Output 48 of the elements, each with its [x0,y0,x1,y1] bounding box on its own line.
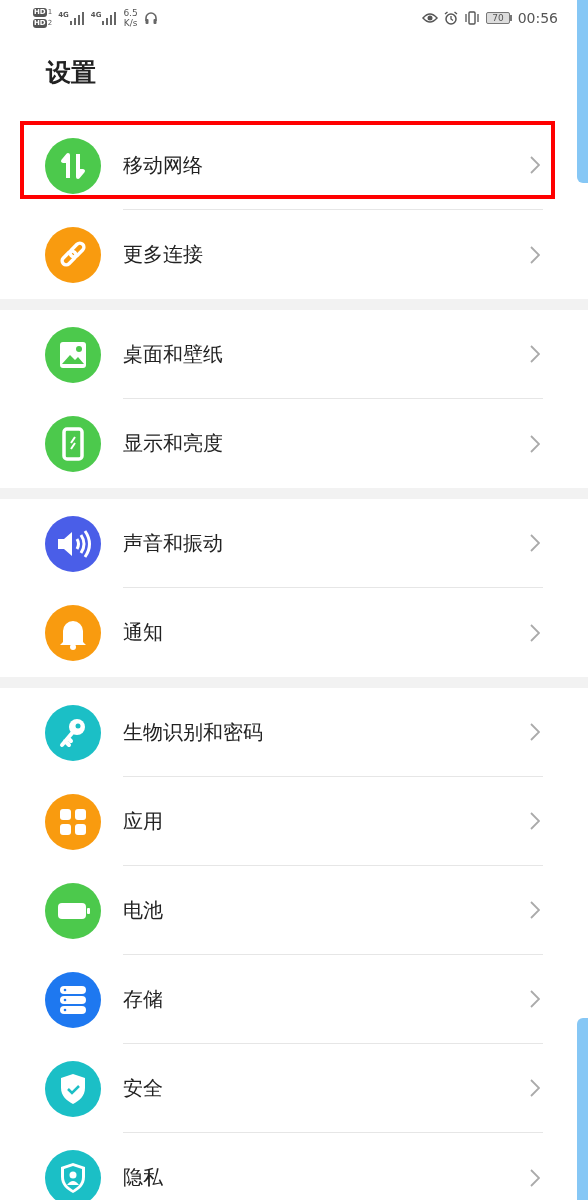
settings-item[interactable]: 应用 [0,777,588,866]
scroll-bar[interactable] [577,0,588,183]
eye-icon [422,12,439,24]
vibrate-icon [464,11,481,25]
settings-item[interactable]: 更多连接 [0,210,588,299]
chevron-right-icon [530,901,540,919]
item-label: 声音和振动 [123,529,223,557]
scroll-bar[interactable] [577,1018,588,1200]
signal-icon [68,11,85,25]
chevron-right-icon [530,812,540,830]
item-label: 隐私 [123,1164,163,1191]
item-label: 更多连接 [123,241,203,268]
chevron-right-icon [530,1168,540,1187]
item-label: 生物识别和密码 [123,718,263,746]
chevron-right-icon [530,623,540,642]
settings-item[interactable]: 桌面和壁纸 [0,310,588,399]
item-label: 通知 [123,619,163,646]
speed-value: 6.5 [123,8,138,18]
settings-item[interactable]: 移动网络 [0,121,588,210]
settings-item[interactable]: 声音和振动 [0,499,588,588]
chevron-right-icon [530,1079,540,1097]
chevron-right-icon [530,156,540,174]
settings-item[interactable]: 隐私 [0,1133,588,1200]
chevron-right-icon [530,345,540,363]
item-label: 存储 [123,985,163,1013]
settings-item[interactable]: 安全 [0,1044,588,1133]
settings-item[interactable]: 电池 [0,866,588,955]
chevron-right-icon [530,723,540,741]
chevron-right-icon [530,434,540,453]
settings-item[interactable]: 存储 [0,955,588,1044]
item-label: 应用 [123,807,163,835]
settings-item[interactable]: 生物识别和密码 [0,688,588,777]
clock: 00:56 [517,10,558,26]
chevron-right-icon [530,245,540,264]
settings-item[interactable]: 通知 [0,588,588,677]
speed-unit: K/s [123,18,138,28]
item-label: 移动网络 [123,151,203,179]
headphones-icon [143,11,158,25]
signal-icon [101,11,118,25]
settings-item[interactable]: 显示和亮度 [0,399,588,488]
alarm-icon [444,11,459,25]
chevron-right-icon [530,534,540,552]
item-label: 桌面和壁纸 [123,340,223,368]
item-label: 显示和亮度 [123,430,223,457]
chevron-right-icon [530,990,540,1008]
battery-indicator: 70 [486,12,512,24]
item-label: 电池 [123,896,163,924]
item-label: 安全 [123,1074,163,1102]
